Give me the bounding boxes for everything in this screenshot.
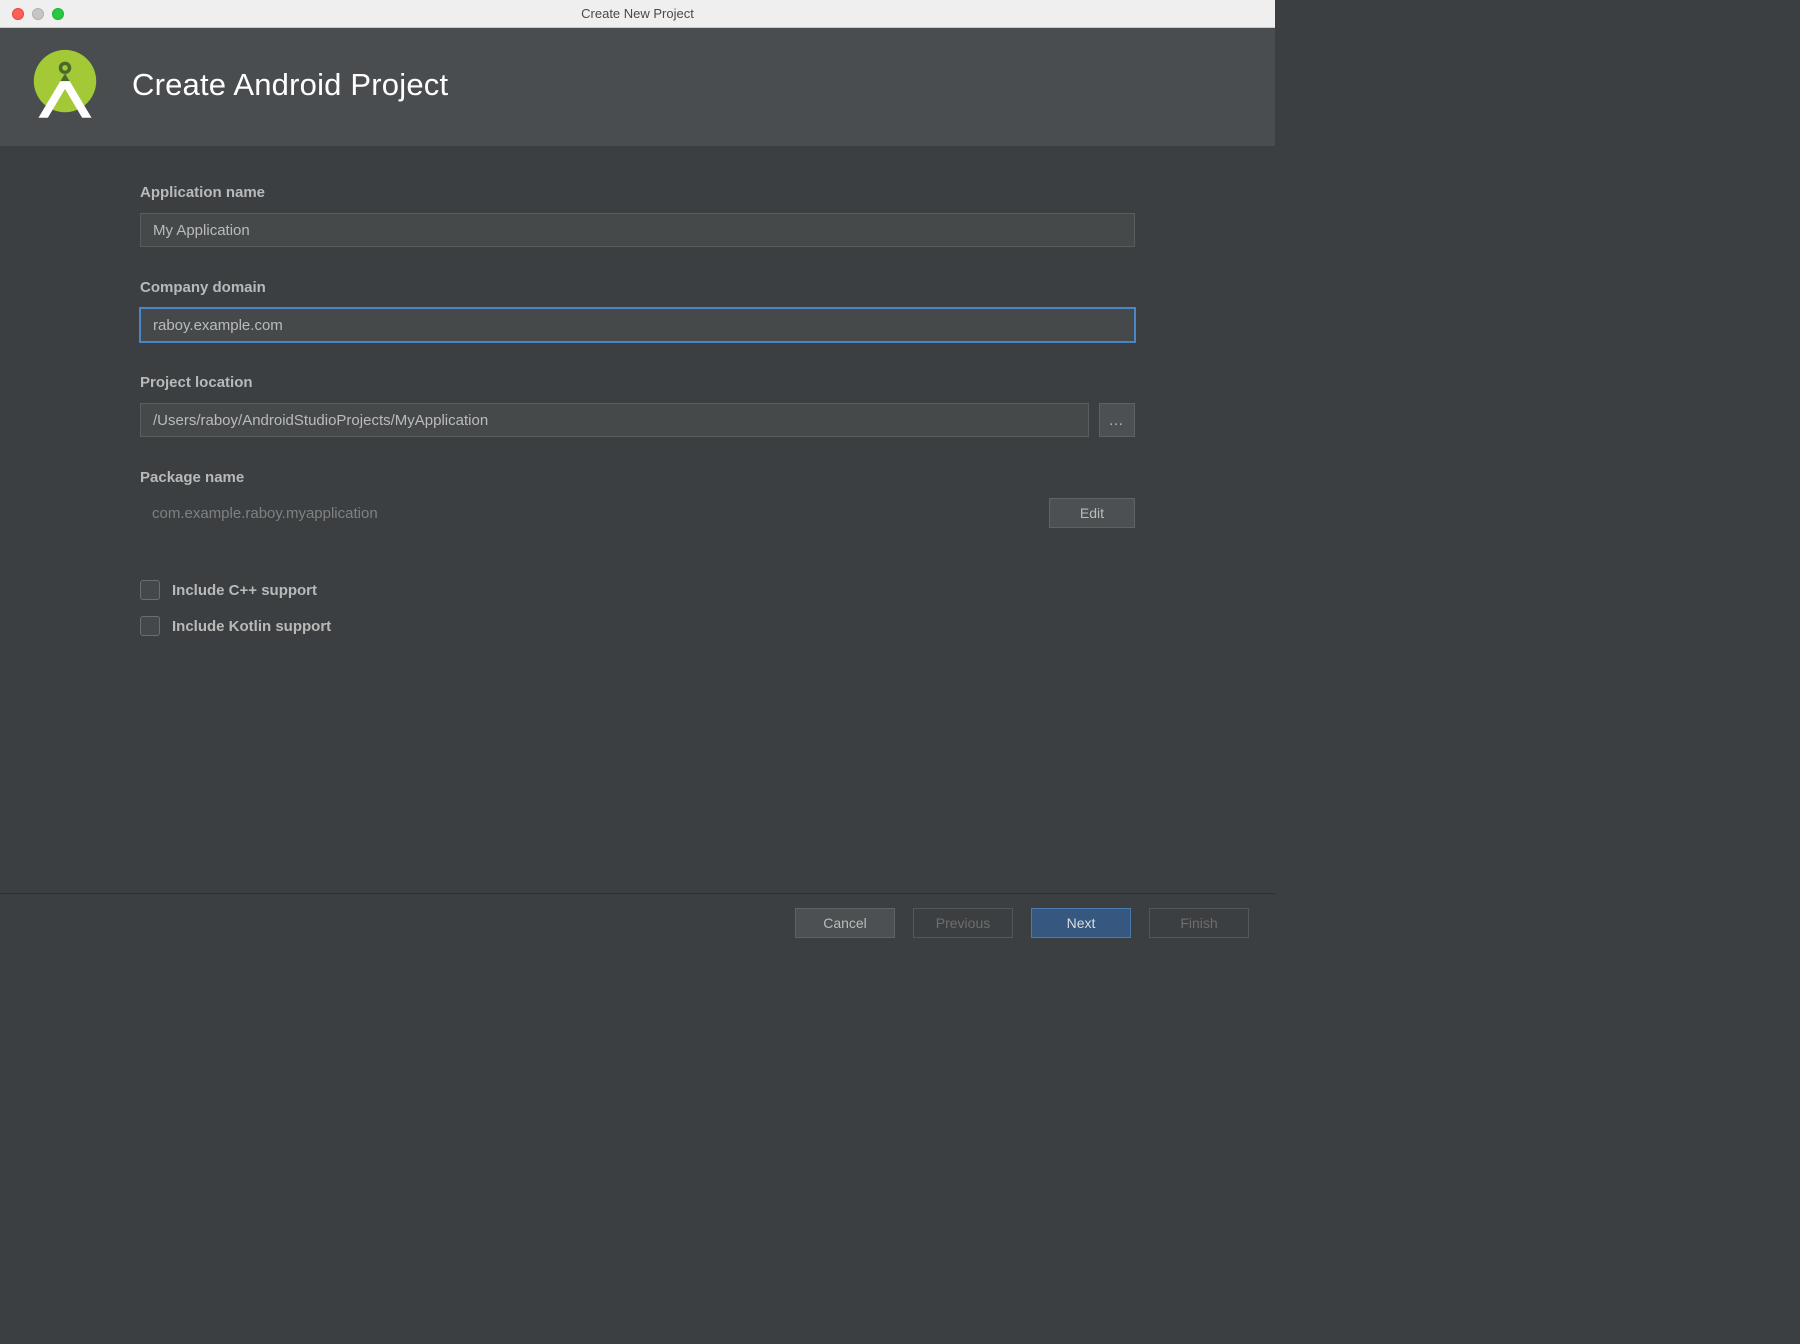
cpp-support-checkbox[interactable] bbox=[140, 580, 160, 600]
package-name-label: Package name bbox=[140, 469, 1135, 486]
cpp-support-row[interactable]: Include C++ support bbox=[140, 580, 1135, 600]
browse-location-button[interactable]: … bbox=[1099, 403, 1135, 437]
cpp-support-label: Include C++ support bbox=[172, 582, 317, 599]
company-domain-input[interactable] bbox=[140, 308, 1135, 342]
package-name-value: com.example.raboy.myapplication bbox=[140, 499, 390, 528]
company-domain-group: Company domain bbox=[140, 279, 1135, 342]
next-button[interactable]: Next bbox=[1031, 908, 1131, 938]
cancel-button[interactable]: Cancel bbox=[795, 908, 895, 938]
application-name-group: Application name bbox=[140, 184, 1135, 247]
footer-buttons: Cancel Previous Next Finish bbox=[0, 893, 1275, 952]
edit-package-button[interactable]: Edit bbox=[1049, 498, 1135, 528]
project-location-label: Project location bbox=[140, 374, 1135, 391]
form-content: Application name Company domain Project … bbox=[0, 146, 1275, 893]
previous-button: Previous bbox=[913, 908, 1013, 938]
application-name-input[interactable] bbox=[140, 213, 1135, 247]
titlebar: Create New Project bbox=[0, 0, 1275, 28]
android-studio-logo-icon bbox=[26, 46, 104, 124]
finish-button: Finish bbox=[1149, 908, 1249, 938]
page-title: Create Android Project bbox=[132, 67, 448, 103]
project-location-input[interactable] bbox=[140, 403, 1089, 437]
kotlin-support-row[interactable]: Include Kotlin support bbox=[140, 616, 1135, 636]
project-location-group: Project location … bbox=[140, 374, 1135, 437]
application-name-label: Application name bbox=[140, 184, 1135, 201]
banner: Create Android Project bbox=[0, 28, 1275, 146]
package-name-group: Package name com.example.raboy.myapplica… bbox=[140, 469, 1135, 528]
window-title: Create New Project bbox=[0, 6, 1275, 21]
company-domain-label: Company domain bbox=[140, 279, 1135, 296]
kotlin-support-label: Include Kotlin support bbox=[172, 618, 331, 635]
kotlin-support-checkbox[interactable] bbox=[140, 616, 160, 636]
